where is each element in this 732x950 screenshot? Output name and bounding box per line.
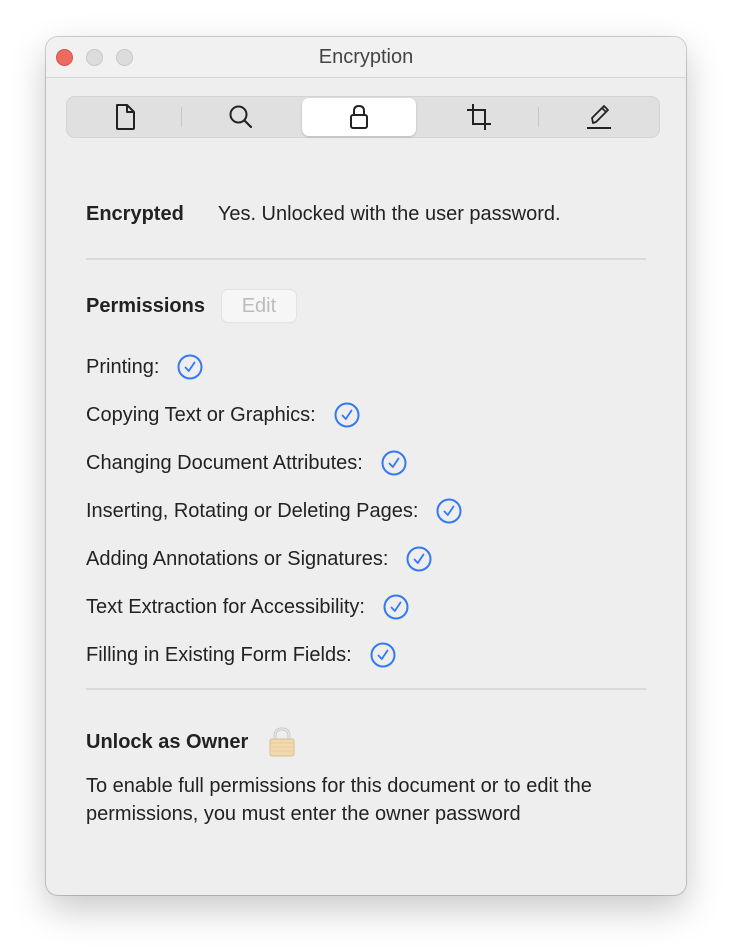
- permissions-list: Printing: Copying Text or Graphics: Chan…: [86, 343, 462, 679]
- checkmark-circle-icon: [436, 498, 462, 524]
- tab-separator: [181, 107, 182, 127]
- tab-separator: [538, 107, 539, 127]
- padlock-icon[interactable]: [268, 727, 296, 757]
- crop-icon: [467, 104, 491, 130]
- permission-item: Adding Annotations or Signatures:: [86, 535, 462, 583]
- permissions-header: Permissions Edit: [86, 290, 296, 322]
- permission-label: Text Extraction for Accessibility:: [86, 595, 365, 618]
- window-title: Encryption: [318, 46, 414, 68]
- permission-label: Copying Text or Graphics:: [86, 403, 316, 426]
- document-icon: [116, 104, 135, 130]
- permission-item: Text Extraction for Accessibility:: [86, 583, 462, 631]
- encrypted-value: Yes. Unlocked with the user password.: [217, 203, 561, 225]
- encryption-row: Encrypted Yes. Unlocked with the user pa…: [86, 203, 561, 226]
- permission-label: Filling in Existing Form Fields:: [86, 643, 352, 666]
- divider: [86, 688, 646, 690]
- checkmark-circle-icon: [177, 354, 203, 380]
- edit-permissions-button[interactable]: Edit: [221, 290, 296, 322]
- permission-item: Changing Document Attributes:: [86, 439, 462, 487]
- checkmark-circle-icon: [370, 642, 396, 668]
- checkmark-circle-icon: [334, 402, 360, 428]
- unlock-owner-label: Unlock as Owner: [86, 730, 249, 753]
- permission-label: Adding Annotations or Signatures:: [86, 547, 389, 570]
- owner-description: To enable full permissions for this docu…: [86, 775, 592, 825]
- lock-icon: [350, 104, 368, 129]
- tab-encryption[interactable]: [302, 98, 416, 136]
- permission-item: Copying Text or Graphics:: [86, 391, 462, 439]
- tab-annotations[interactable]: [542, 98, 656, 136]
- permission-item: Printing:: [86, 343, 462, 391]
- divider: [86, 258, 646, 260]
- permission-item: Inserting, Rotating or Deleting Pages:: [86, 487, 462, 535]
- search-icon: [229, 105, 253, 129]
- title-bar: Encryption: [46, 37, 686, 78]
- permission-item: Filling in Existing Form Fields:: [86, 631, 462, 679]
- permission-label: Printing:: [86, 355, 160, 378]
- tab-general-info[interactable]: [68, 98, 182, 136]
- permissions-label: Permissions: [86, 294, 205, 317]
- encrypted-label: Encrypted: [86, 203, 184, 225]
- pencil-icon: [587, 105, 611, 129]
- inspector-window: Encryption Encrypted Yes. Unlocked with …: [46, 37, 686, 895]
- permission-label: Inserting, Rotating or Deleting Pages:: [86, 499, 419, 522]
- checkmark-circle-icon: [406, 546, 432, 572]
- tab-crop[interactable]: [422, 98, 536, 136]
- checkmark-circle-icon: [383, 594, 409, 620]
- owner-header: Unlock as Owner: [86, 727, 296, 757]
- inspector-tabs: [66, 96, 660, 138]
- tab-keywords[interactable]: [184, 98, 298, 136]
- permission-label: Changing Document Attributes:: [86, 451, 363, 474]
- checkmark-circle-icon: [381, 450, 407, 476]
